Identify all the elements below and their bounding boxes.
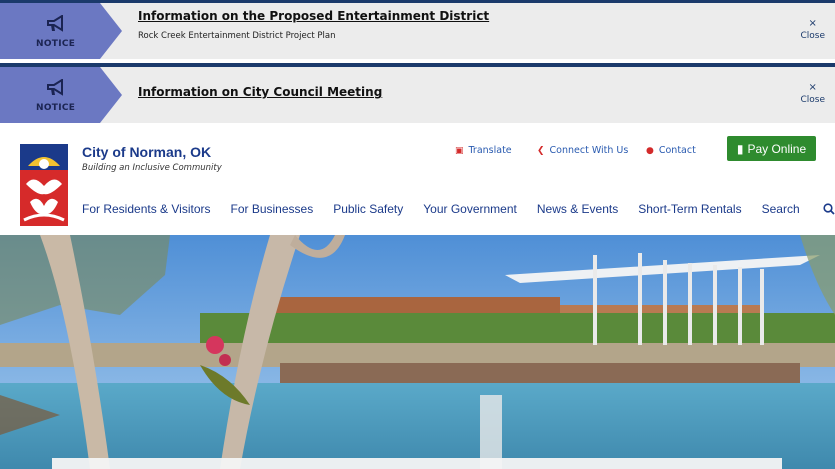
nav-residents[interactable]: For Residents & Visitors <box>82 202 211 216</box>
notice-title-link[interactable]: Information on the Proposed Entertainmen… <box>138 9 489 23</box>
site-header: City of Norman, OK Building an Inclusive… <box>0 123 835 235</box>
nav-news-events[interactable]: News & Events <box>537 202 618 216</box>
search-button[interactable]: Search <box>762 202 835 216</box>
notice-label: NOTICE <box>36 39 76 49</box>
close-label: Close <box>800 31 825 41</box>
main-nav: For Residents & Visitors For Businesses … <box>82 202 835 216</box>
close-label: Close <box>800 95 825 105</box>
connect-link[interactable]: ❮ Connect With Us <box>537 145 628 156</box>
nav-short-term-rentals[interactable]: Short-Term Rentals <box>638 202 741 216</box>
notice-banner: NOTICE Information on the Proposed Enter… <box>0 0 835 59</box>
nav-public-safety[interactable]: Public Safety <box>333 202 403 216</box>
chat-bubbles-icon: ● <box>646 145 654 156</box>
pay-online-label: Pay Online <box>747 141 807 156</box>
megaphone-icon <box>47 79 63 96</box>
search-label: Search <box>761 202 800 216</box>
translate-label: Translate <box>468 145 512 156</box>
translate-icon: ▣ <box>455 145 464 156</box>
translate-link[interactable]: ▣ Translate <box>455 145 512 156</box>
close-icon: × <box>808 82 817 93</box>
megaphone-icon <box>47 15 63 32</box>
site-tagline: Building an Inclusive Community <box>82 163 222 173</box>
notice-subtitle: Rock Creek Entertainment District Projec… <box>138 31 336 41</box>
city-seal-logo[interactable] <box>20 144 68 226</box>
close-button[interactable]: × Close <box>800 18 825 42</box>
notice-banner: NOTICE Information on City Council Meeti… <box>0 63 835 123</box>
hero-image <box>0 235 835 469</box>
contact-label: Contact <box>658 145 696 156</box>
close-button[interactable]: × Close <box>800 82 825 106</box>
notice-tag: NOTICE <box>0 3 122 59</box>
nav-your-government[interactable]: Your Government <box>423 202 517 216</box>
site-name[interactable]: City of Norman, OK <box>82 144 211 160</box>
connect-label: Connect With Us <box>549 145 629 156</box>
close-icon: × <box>808 18 817 29</box>
receipt-icon: ▮ <box>736 141 744 156</box>
pay-online-button[interactable]: ▮ Pay Online <box>727 136 816 161</box>
notice-tag: NOTICE <box>0 67 122 123</box>
nav-businesses[interactable]: For Businesses <box>231 202 314 216</box>
share-icon: ❮ <box>537 145 545 156</box>
contact-link[interactable]: ● Contact <box>646 145 696 156</box>
search-icon <box>823 203 835 215</box>
hero-content-card <box>52 458 782 469</box>
notice-title-link[interactable]: Information on City Council Meeting <box>138 85 382 99</box>
notice-label: NOTICE <box>36 103 76 113</box>
